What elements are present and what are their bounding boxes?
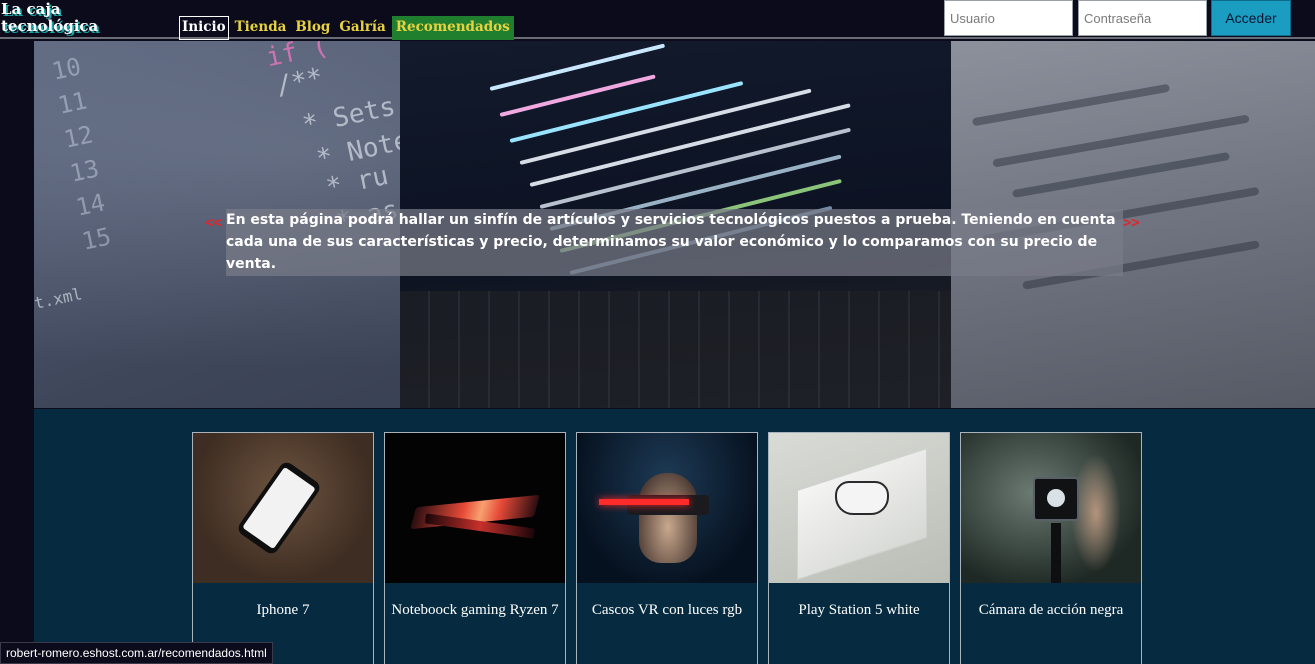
logo-line-2: tecnológica — [1, 17, 99, 35]
product-image[interactable] — [385, 433, 565, 583]
product-title[interactable]: Play Station 5 white — [769, 601, 949, 620]
product-image[interactable] — [193, 433, 373, 583]
hero-keyboard — [400, 291, 951, 408]
site-header: La caja tecnológica Inicio Tienda Blog G… — [0, 0, 1315, 40]
code-line — [529, 103, 851, 187]
password-input[interactable] — [1078, 0, 1207, 36]
browser-status-url: robert-romero.eshost.com.ar/recomendados… — [0, 642, 273, 664]
product-image[interactable] — [577, 433, 757, 583]
product-card-camera[interactable]: Cámara de acción negra — [960, 432, 1142, 664]
username-input[interactable] — [944, 0, 1073, 36]
blur-line — [971, 83, 1171, 127]
nav-item-tienda[interactable]: Tienda — [232, 16, 290, 40]
hero-arrow-left: << — [205, 215, 222, 231]
nav-item-blog[interactable]: Blog — [292, 16, 333, 40]
product-title[interactable]: Iphone 7 — [193, 601, 373, 620]
line-number: 10 — [49, 52, 84, 86]
product-card-iphone[interactable]: Iphone 7 — [192, 432, 374, 664]
person-head — [639, 473, 697, 563]
product-card-ps5[interactable]: Play Station 5 white — [768, 432, 950, 664]
code-line — [489, 43, 666, 91]
product-title[interactable]: Cascos VR con luces rgb — [577, 601, 757, 620]
camera-grip — [1051, 523, 1061, 583]
site-logo[interactable]: La caja tecnológica — [1, 1, 171, 35]
hero-arrow-right: >> — [1123, 215, 1140, 231]
login-button[interactable]: Acceder — [1211, 0, 1291, 36]
hero-banner: 10 11 12 13 14 15 if ( /** * Sets * Note… — [34, 41, 1315, 408]
logo-line-1: La caja — [1, 0, 61, 18]
main-nav: Inicio Tienda Blog Galría Recomendados — [179, 16, 517, 40]
blur-line — [1011, 151, 1231, 199]
gamepad-icon — [835, 481, 889, 515]
vr-headset-icon — [627, 495, 709, 515]
product-grid: Iphone 7 Noteboock gaming Ryzen 7 Cascos… — [34, 409, 1315, 664]
nav-item-recomendados[interactable]: Recomendados — [391, 16, 514, 40]
product-image[interactable] — [961, 433, 1141, 583]
vr-light — [599, 499, 689, 505]
line-number: 13 — [67, 154, 102, 188]
code-fragment: t.xml — [34, 284, 84, 313]
product-title[interactable]: Cámara de acción negra — [961, 601, 1141, 620]
nav-item-galeria[interactable]: Galría — [336, 16, 388, 40]
camera-icon — [1033, 477, 1079, 521]
hero-description: En esta página podrá hallar un sinfín de… — [226, 209, 1123, 276]
line-number: 14 — [73, 188, 108, 222]
phone-icon — [235, 459, 323, 557]
product-title[interactable]: Noteboock gaming Ryzen 7 — [385, 601, 565, 620]
product-image[interactable] — [769, 433, 949, 583]
line-number: 12 — [61, 120, 96, 154]
nav-item-inicio[interactable]: Inicio — [179, 16, 229, 40]
product-card-notebook[interactable]: Noteboock gaming Ryzen 7 — [384, 432, 566, 664]
product-card-vr[interactable]: Cascos VR con luces rgb — [576, 432, 758, 664]
line-number: 15 — [79, 222, 114, 256]
line-number: 11 — [55, 86, 90, 120]
